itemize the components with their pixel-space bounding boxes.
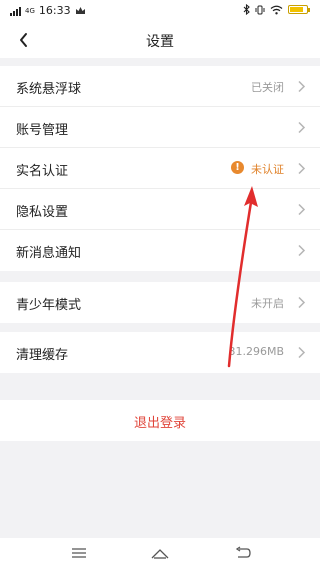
chevron-right-icon — [298, 121, 306, 134]
row-label: 账号管理 — [16, 123, 69, 138]
signal-icon — [10, 6, 21, 16]
header-bar: 设置 — [0, 22, 320, 58]
row-new-message-notification[interactable]: 新消息通知 — [0, 230, 320, 271]
logout-button[interactable]: 退出登录 — [0, 400, 320, 441]
row-clear-cache[interactable]: 清理缓存 31.296MB — [0, 332, 320, 373]
row-label: 系统悬浮球 — [16, 82, 82, 97]
status-left: 4G 16:33 — [10, 4, 86, 17]
menu-icon[interactable] — [70, 546, 88, 560]
row-label: 青少年模式 — [16, 298, 82, 313]
vibrate-icon — [255, 5, 265, 14]
home-icon[interactable] — [150, 546, 170, 560]
chevron-right-icon — [298, 162, 306, 175]
back-icon[interactable] — [234, 546, 252, 560]
settings-group-cache: 清理缓存 31.296MB — [0, 332, 320, 373]
chevron-right-icon — [298, 346, 306, 359]
row-real-name-verification[interactable]: 实名认证 ! 未认证 — [0, 148, 320, 189]
battery-icon — [288, 5, 310, 14]
info-alert-icon: ! — [231, 161, 244, 174]
row-value: 未开启 — [251, 297, 284, 310]
row-youth-mode[interactable]: 青少年模式 未开启 — [0, 282, 320, 323]
system-nav-bar — [0, 538, 320, 570]
crown-icon — [75, 7, 85, 14]
chevron-right-icon — [298, 80, 306, 93]
row-value: 已关闭 — [251, 81, 284, 94]
chevron-right-icon — [298, 244, 306, 257]
clock-time: 16:33 — [38, 4, 71, 17]
chevron-right-icon — [298, 203, 306, 216]
page-title: 设置 — [146, 34, 174, 50]
status-right — [243, 4, 310, 15]
network-label: 4G — [25, 6, 35, 15]
settings-group-general: 系统悬浮球 已关闭 账号管理 实名认证 ! 未认证 隐私设置 新消息通知 — [0, 66, 320, 271]
row-label: 清理缓存 — [16, 348, 69, 363]
bluetooth-icon — [243, 4, 250, 15]
verification-status: 未认证 — [251, 163, 284, 176]
row-account-management[interactable]: 账号管理 — [0, 107, 320, 148]
wifi-icon — [270, 5, 283, 14]
row-floating-ball[interactable]: 系统悬浮球 已关闭 — [0, 66, 320, 107]
chevron-right-icon — [298, 296, 306, 309]
row-label: 实名认证 — [16, 164, 69, 179]
row-label: 隐私设置 — [16, 205, 69, 220]
row-privacy-settings[interactable]: 隐私设置 — [0, 189, 320, 230]
cache-size: 31.296MB — [228, 345, 284, 358]
logout-label: 退出登录 — [133, 416, 186, 431]
row-label: 新消息通知 — [16, 246, 82, 261]
status-bar: 4G 16:33 — [0, 0, 320, 22]
settings-group-youth: 青少年模式 未开启 — [0, 282, 320, 323]
